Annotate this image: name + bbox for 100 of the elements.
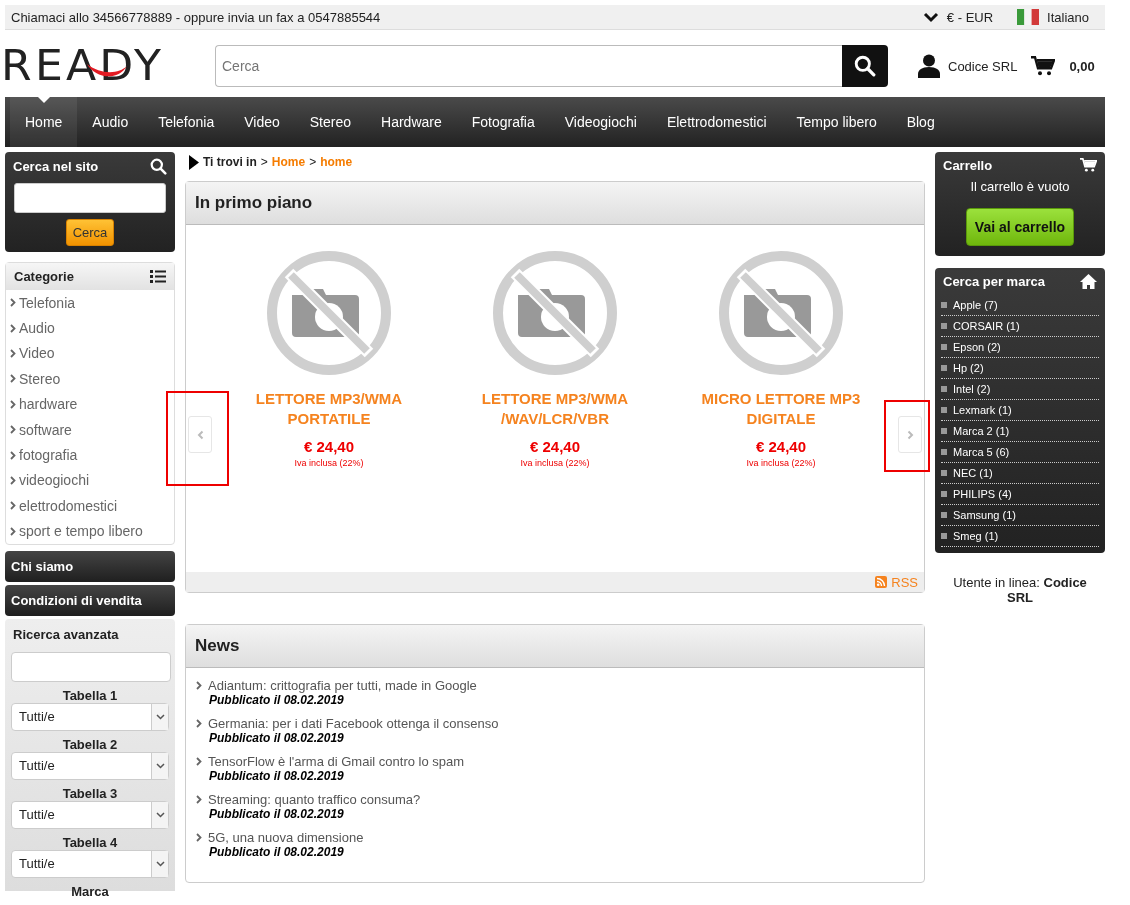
menu-link[interactable]: Condizioni di vendita (5, 584, 175, 616)
nav-link[interactable]: Hardware (366, 97, 457, 147)
currency-selector[interactable]: € - EUR (946, 9, 994, 25)
news-link[interactable]: Germania: per i dati Facebook ottenga il consenso (208, 716, 499, 731)
search-icon (150, 158, 167, 175)
chevron-down-icon (155, 860, 165, 867)
menu-link[interactable]: Chi siamo (5, 550, 175, 582)
category-link[interactable]: elettrodomestici (19, 497, 118, 514)
brand-link[interactable]: Apple (7) (953, 299, 998, 311)
breadcrumb-label: Ti trovi in (203, 155, 257, 169)
search-button[interactable] (842, 45, 888, 87)
chevron-right-icon (196, 795, 202, 804)
search-field[interactable] (11, 651, 171, 682)
news-link[interactable]: 5G, una nuova dimensione (208, 830, 364, 845)
square-bullet-icon (941, 449, 947, 455)
chevron-right-icon (10, 374, 16, 384)
panel-title: Cerca nel sito (13, 159, 99, 174)
category-link[interactable]: fotografia (19, 447, 78, 464)
square-bullet-icon (941, 407, 947, 413)
chevron-right-icon (10, 399, 16, 409)
nav-link[interactable]: Fotografia (456, 97, 550, 147)
category-link[interactable]: Video (19, 345, 55, 362)
category-link[interactable]: Telefonia (19, 294, 76, 311)
brand-link[interactable]: Smeg (1) (953, 530, 999, 542)
nav-link[interactable]: Stereo (294, 97, 367, 147)
chevron-right-icon (10, 298, 16, 308)
brand-link[interactable]: Epson (2) (953, 341, 1001, 353)
square-bullet-icon (941, 470, 947, 476)
square-bullet-icon (941, 386, 947, 392)
brand-link[interactable]: Lexmark (1) (953, 404, 1012, 416)
brand-link[interactable]: PHILIPS (4) (953, 488, 1012, 500)
go-to-cart-button[interactable]: Vai al carrello (965, 208, 1075, 246)
news-date: Pubblicato il 08.02.2019 (209, 693, 345, 707)
breadcrumb-separator: > (260, 155, 268, 169)
nav-link[interactable]: Video (229, 97, 295, 147)
nav-link[interactable]: Blog (891, 97, 950, 147)
previous-button[interactable] (188, 416, 212, 453)
user-icon (918, 54, 940, 78)
list-icon (150, 270, 166, 283)
tax-note: Iva inclusa (22%) (746, 458, 816, 468)
category-link[interactable]: hardware (19, 396, 78, 413)
nav-link[interactable]: Telefonia (143, 97, 230, 147)
cart-icon (1031, 55, 1056, 77)
cart-total[interactable]: 0,00 (1069, 58, 1095, 74)
category-link[interactable]: videogiochi (19, 472, 90, 489)
dropdown[interactable]: Tutti/e (11, 800, 169, 829)
account-link[interactable]: Codice SRL (948, 58, 1018, 74)
news-link[interactable]: TensorFlow è l'arma di Gmail contro lo spam (208, 754, 465, 769)
logo[interactable]: READY (1, 46, 165, 86)
category-link[interactable]: sport e tempo libero (19, 523, 143, 540)
field-label: Tabella 4 (61, 835, 119, 850)
chevron-right-icon (10, 348, 16, 358)
brand-link[interactable]: Marca 2 (1) (953, 425, 1010, 437)
search-field[interactable]: Cerca (215, 45, 842, 87)
brand-link[interactable]: NEC (1) (953, 467, 993, 479)
rss-icon (875, 576, 888, 588)
category-link[interactable]: Stereo (19, 370, 61, 387)
field-label: Tabella 2 (61, 737, 119, 752)
search-button[interactable]: Cerca (65, 219, 115, 246)
search-field[interactable] (14, 183, 166, 213)
square-bullet-icon (941, 323, 947, 329)
square-bullet-icon (941, 512, 947, 518)
chevron-right-icon (10, 323, 16, 333)
field-label: Tabella 1 (61, 688, 119, 703)
dropdown[interactable]: Tutti/e (11, 751, 169, 780)
square-bullet-icon (941, 491, 947, 497)
brand-link[interactable]: CORSAIR (1) (953, 320, 1020, 332)
brand-link[interactable]: Intel (2) (953, 383, 991, 395)
chevron-right-icon (10, 526, 16, 536)
brand-link[interactable]: Marca 5 (6) (953, 446, 1010, 458)
category-link[interactable]: Audio (19, 320, 55, 337)
flag-icon (1017, 9, 1040, 25)
home-icon (1080, 274, 1097, 289)
news-date: Pubblicato il 08.02.2019 (209, 731, 345, 745)
dropdown[interactable]: Tutti/e (11, 702, 169, 731)
panel-title: News (186, 625, 924, 668)
square-bullet-icon (941, 302, 947, 308)
nav-link[interactable]: Tempo libero (781, 97, 892, 147)
brand-link[interactable]: Hp (2) (953, 362, 984, 374)
field-label: Tabella 3 (61, 786, 119, 801)
online-user-text: Utente in linea: Codice SRL (952, 575, 1088, 605)
product-price: € 24,40 (303, 438, 354, 455)
nav-link[interactable]: Audio (77, 97, 144, 147)
news-link[interactable]: Adiantum: crittografia per tutti, made in Google (208, 678, 477, 693)
nav-link[interactable]: Elettrodomestici (651, 97, 782, 147)
dropdown[interactable]: Tutti/e (11, 849, 169, 878)
news-link[interactable]: Streaming: quanto traffico consuma? (208, 792, 421, 807)
category-link[interactable]: software (19, 421, 72, 438)
nav-link[interactable]: Videogiochi (549, 97, 652, 147)
brand-link[interactable]: Samsung (1) (953, 509, 1016, 521)
square-bullet-icon (941, 428, 947, 434)
panel-title: In primo piano (186, 182, 924, 225)
news-date: Pubblicato il 08.02.2019 (209, 807, 345, 821)
chevron-down-icon (922, 11, 939, 23)
chevron-down-icon (155, 811, 165, 818)
breadcrumb-current: home (320, 155, 353, 169)
next-button[interactable] (898, 416, 922, 453)
chevron-right-icon (10, 475, 16, 485)
nav-link[interactable]: Home (10, 97, 78, 147)
language-selector[interactable]: Italiano (1047, 9, 1089, 25)
